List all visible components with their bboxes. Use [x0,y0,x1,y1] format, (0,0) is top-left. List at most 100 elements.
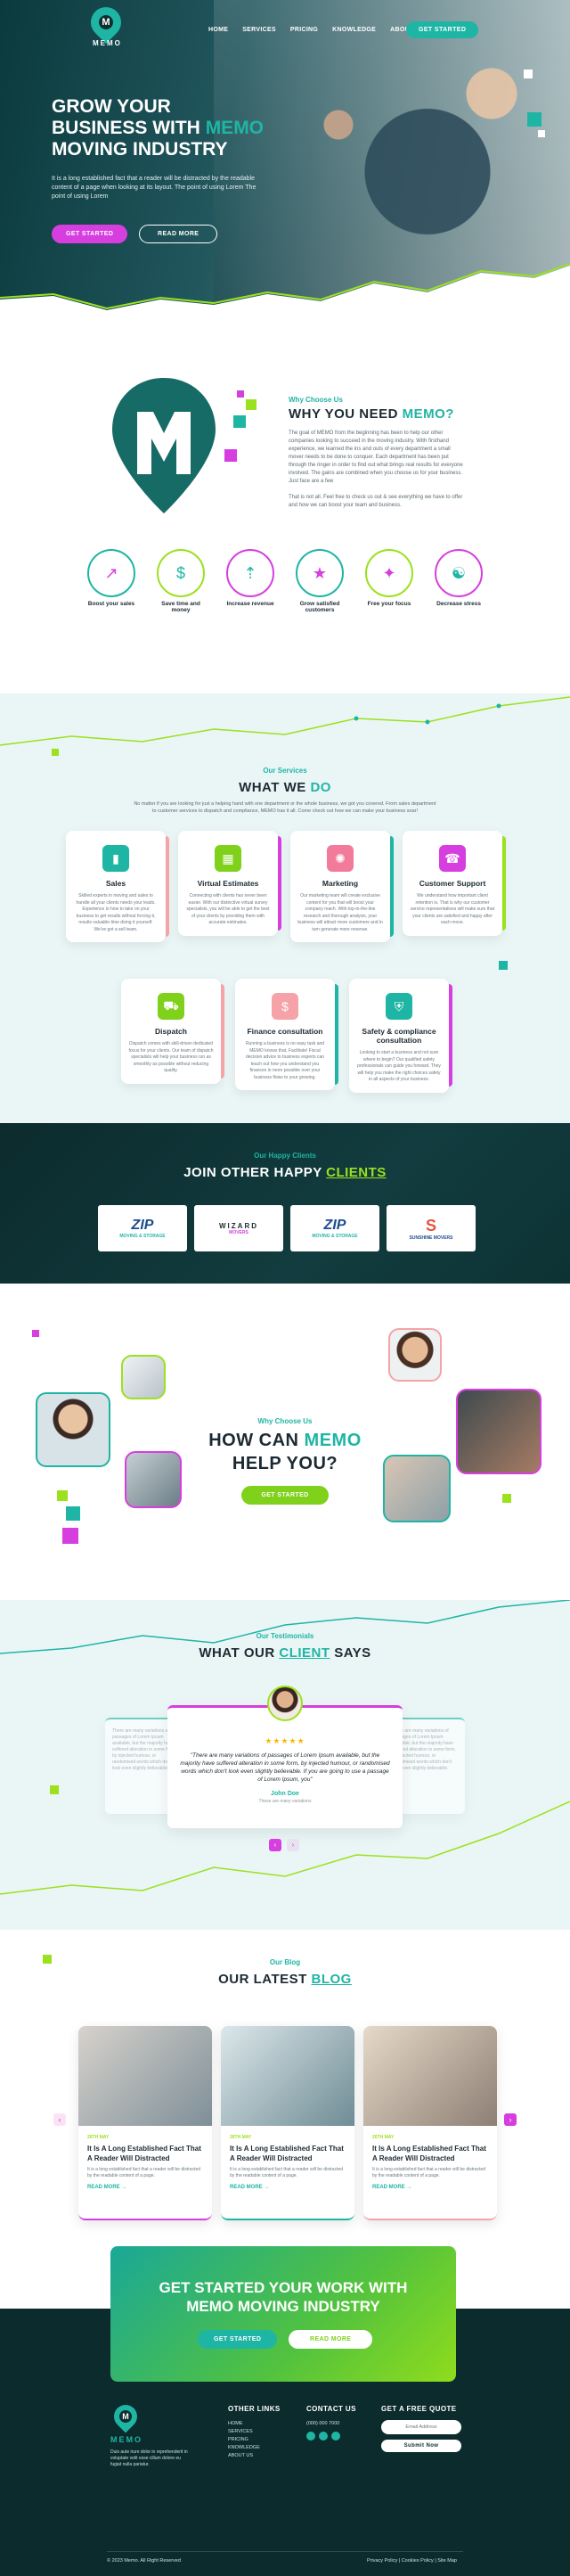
client-logo-tagline: MOVING & STORAGE [312,1234,358,1239]
star-customers-icon: ★ [296,549,344,597]
nav-services[interactable]: SERVICES [242,27,276,33]
cta-title: GET STARTED YOUR WORK WITH MEMO MOVING I… [110,2278,456,2316]
how-subtitle: Why Choose Us [257,1417,313,1425]
why-title-text: WHY YOU NEED [289,406,398,422]
deco-square [66,1506,80,1521]
services-wave-line [0,696,570,746]
testimonial-card-active[interactable]: ★★★★★ "There are many variations of pass… [167,1705,403,1828]
sales-icon: ▮ [102,845,129,872]
service-card-sales[interactable]: ▮ Sales Skilled experts in moving and sa… [66,831,169,942]
blog-next-icon[interactable]: › [504,2113,517,2126]
blog-post-title[interactable]: It Is A Long Established Fact That A Rea… [372,2144,488,2163]
clients-header: Our Happy Clients JOIN OTHER HAPPY CLIEN… [0,1152,570,1180]
testimonials-title-accent: CLIENT [279,1645,330,1661]
nav-home[interactable]: HOME [208,27,228,33]
blog-header: Our Blog OUR LATEST BLOG [0,1958,570,1987]
card-edge [335,984,338,1085]
services-subtitle: Our Services [263,767,307,775]
how-get-started-button[interactable]: GET STARTED [241,1486,329,1505]
how-title-accent: MEMO [304,1431,362,1450]
brand-logo-icon[interactable]: M [84,0,128,45]
brand-mark: M [99,15,113,29]
service-text: Running a business is no easy task and M… [245,1041,325,1080]
services-title-accent: DO [310,780,331,795]
blog-prev-icon[interactable]: ‹ [53,2113,66,2126]
deco-square [246,399,256,410]
service-text: Dispatch comes with skill-driven dedicat… [128,1041,214,1073]
blog-card[interactable]: 26TH MAY It Is A Long Established Fact T… [78,2026,212,2220]
cta-read-more-button[interactable]: READ MORE [289,2330,373,2349]
hero-read-more-button[interactable]: READ MORE [139,225,218,243]
client-logo-wizard: WIZARD MOVERS [194,1205,283,1251]
testimonials-subtitle: Our Testimonials [256,1632,314,1640]
feature-item: $ Save time and money [151,549,210,613]
service-card-safety-compliance[interactable]: ⛨ Safety & compliance consultation Looki… [349,979,452,1093]
footer-link-about[interactable]: ABOUT US [228,2452,281,2460]
footer-link-knowledge[interactable]: KNOWLEDGE [228,2444,281,2452]
testimonial-quote: "There are many variations of passages o… [180,1752,390,1783]
hero-text: It is a long established fact that a rea… [52,176,256,200]
feature-label: Save time and money [161,601,200,613]
instagram-icon[interactable] [331,2432,340,2441]
carousel-next-icon[interactable]: › [287,1839,299,1851]
cta-title-line-1: GET STARTED YOUR WORK WITH [159,2279,408,2296]
rating-stars: ★★★★★ [265,1736,305,1745]
twitter-icon[interactable] [319,2432,328,2441]
footer-links-column: OTHER LINKS HOME SERVICES PRICING KNOWLE… [228,2405,281,2460]
how-title-line-2: HELP YOU? [232,1454,338,1473]
social-icons [306,2432,356,2441]
feature-item: ★ Grow satisfied customers [290,549,349,613]
cta-banner: GET STARTED YOUR WORK WITH MEMO MOVING I… [110,2246,456,2382]
footer-legal-links[interactable]: Privacy Policy | Cookies Policy | Site M… [367,2558,457,2564]
facebook-icon[interactable] [306,2432,315,2441]
blog-post-title[interactable]: It Is A Long Established Fact That A Rea… [87,2144,203,2163]
blog-read-more-link[interactable]: READ MORE → [230,2185,346,2190]
nav-links: HOME SERVICES PRICING KNOWLEDGE ABOUT US [208,27,425,33]
feature-item: ↗ Boost your sales [82,549,141,613]
footer-link-home[interactable]: HOME [228,2420,281,2428]
footer-logo-icon[interactable]: M [109,2400,142,2433]
nav-pricing[interactable]: PRICING [290,27,318,33]
blog-post-title[interactable]: It Is A Long Established Fact That A Rea… [230,2144,346,2163]
blog-read-more-link[interactable]: READ MORE → [372,2185,488,2190]
footer-email-field[interactable] [381,2420,461,2434]
blog-date: 26TH MAY [87,2135,110,2140]
client-logo-zip: ZIP MOVING & STORAGE [98,1205,187,1251]
carousel-prev-icon[interactable]: ‹ [269,1839,281,1851]
blog-card[interactable]: 26TH MAY It Is A Long Established Fact T… [221,2026,354,2220]
footer-submit-button[interactable]: Submit Now [381,2440,461,2452]
blog-image [363,2026,497,2126]
footer-link-services[interactable]: SERVICES [228,2428,281,2436]
nav-knowledge[interactable]: KNOWLEDGE [332,27,376,33]
service-card-customer-support[interactable]: ☎ Customer Support We understand how imp… [403,831,506,936]
footer-phone[interactable]: (000) 000 7000 [306,2420,356,2428]
support-icon: ☎ [439,845,466,872]
blog-read-more-link[interactable]: READ MORE → [87,2185,203,2190]
deco-square [527,112,542,127]
blog-image [221,2026,354,2126]
feature-label: Free your focus [367,601,411,607]
how-title: HOW CAN MEMO HELP YOU? [0,1429,570,1475]
client-logo-name: ZIP [131,1218,154,1233]
blog-card[interactable]: 26TH MAY It Is A Long Established Fact T… [363,2026,497,2220]
service-card-dispatch[interactable]: ⛟ Dispatch Dispatch comes with skill-dri… [121,979,224,1084]
blog-post-text: It is a long established fact that a rea… [87,2167,201,2178]
client-logo-name: ZIP [323,1218,346,1233]
testimonials-title-end: SAYS [334,1645,371,1661]
hero-get-started-button[interactable]: GET STARTED [52,225,128,243]
footer-link-pricing[interactable]: PRICING [228,2436,281,2444]
cta-get-started-button[interactable]: GET STARTED [198,2330,278,2349]
revenue-icon: ⇡ [226,549,274,597]
deco-square [524,70,533,78]
service-card-virtual-estimates[interactable]: ▦ Virtual Estimates Connecting with clie… [178,831,281,936]
feature-label: Boost your sales [87,601,135,607]
testimonials-title-text: WHAT OUR [199,1645,275,1661]
nav-get-started-button[interactable]: GET STARTED [406,21,479,38]
service-card-finance[interactable]: $ Finance consultation Running a busines… [235,979,338,1090]
finance-icon: $ [272,993,298,1020]
service-text: Connecting with clients has never been e… [186,893,270,925]
footer-contact-title: CONTACT US [306,2405,356,2413]
client-logo-sunshine: S SUNSHINE MOVERS [387,1205,476,1251]
hero-title-accent: MEMO [205,118,265,138]
service-card-marketing[interactable]: ✺ Marketing Our marketing team will crea… [290,831,394,942]
